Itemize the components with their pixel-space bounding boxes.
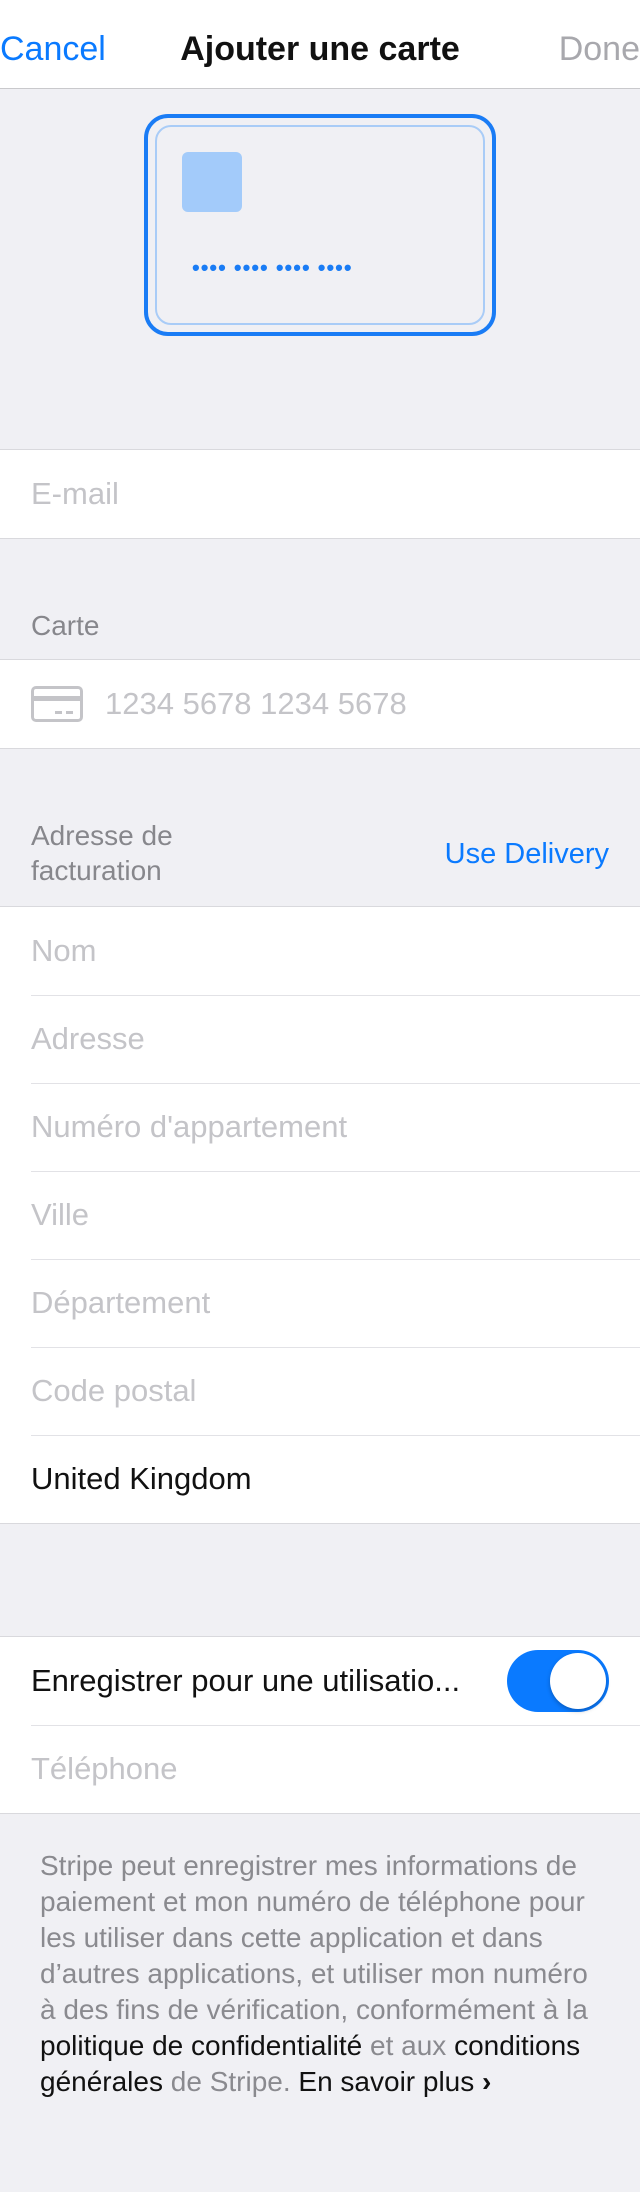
card-section-header: Carte <box>31 610 100 641</box>
card-section: 1234 5678 1234 5678 <box>0 659 640 749</box>
use-delivery-button[interactable]: Use Delivery <box>445 838 609 871</box>
save-section: Enregistrer pour une utilisatio... Télép… <box>0 1636 640 1814</box>
postal-code-field[interactable]: Code postal <box>0 1347 640 1435</box>
chevron-right-icon: › <box>482 2066 492 2097</box>
country-value: United Kingdom <box>31 1461 252 1496</box>
legal-text-part1: Stripe peut enregistrer mes informations… <box>40 1850 588 2025</box>
legal-text-part2: et aux <box>362 2030 455 2061</box>
card-illustration: •••• •••• •••• •••• <box>144 114 496 336</box>
billing-header-line2: facturation <box>31 855 162 886</box>
card-number-placeholder: 1234 5678 1234 5678 <box>105 686 407 721</box>
learn-more-link[interactable]: En savoir plus › <box>298 2066 491 2097</box>
card-number-mask: •••• •••• •••• •••• <box>192 255 353 280</box>
name-placeholder: Nom <box>31 933 97 968</box>
stripe-legal-text: Stripe peut enregistrer mes informations… <box>40 1848 610 2100</box>
country-field[interactable]: United Kingdom <box>0 1435 640 1523</box>
postal-code-placeholder: Code postal <box>31 1373 197 1408</box>
page-title: Ajouter une carte <box>180 30 460 68</box>
email-placeholder: E-mail <box>31 476 119 511</box>
email-section: E-mail <box>0 449 640 539</box>
done-button[interactable]: Done <box>559 30 640 69</box>
name-field[interactable]: Nom <box>0 907 640 995</box>
department-placeholder: Département <box>31 1285 211 1320</box>
toggle-knob <box>550 1653 606 1709</box>
city-placeholder: Ville <box>31 1197 90 1232</box>
billing-section: Nom Adresse Numéro d'appartement Ville D… <box>0 906 640 1524</box>
card-number-field[interactable]: 1234 5678 1234 5678 <box>0 660 640 748</box>
apartment-placeholder: Numéro d'appartement <box>31 1109 348 1144</box>
city-field[interactable]: Ville <box>0 1171 640 1259</box>
navigation-bar: Cancel Ajouter une carte Done <box>0 0 640 89</box>
credit-card-icon <box>31 686 83 722</box>
card-chip-icon <box>182 152 242 212</box>
learn-more-label: En savoir plus <box>298 2066 475 2097</box>
card-illustration-inner: •••• •••• •••• •••• <box>155 125 485 325</box>
privacy-policy-link[interactable]: politique de confidentialité <box>40 2030 362 2061</box>
department-field[interactable]: Département <box>0 1259 640 1347</box>
save-toggle[interactable] <box>507 1650 609 1712</box>
save-for-later-label: Enregistrer pour une utilisatio... <box>31 1663 461 1698</box>
billing-header-line1: Adresse de <box>31 820 173 851</box>
email-field[interactable]: E-mail <box>0 450 640 538</box>
phone-field[interactable]: Téléphone <box>0 1725 640 1813</box>
address-field[interactable]: Adresse <box>0 995 640 1083</box>
phone-placeholder: Téléphone <box>31 1751 178 1786</box>
address-placeholder: Adresse <box>31 1021 145 1056</box>
legal-text-part3: de Stripe. <box>162 2066 299 2097</box>
save-for-later-row: Enregistrer pour une utilisatio... <box>0 1637 640 1725</box>
billing-section-header: Adresse de facturation <box>31 818 173 888</box>
apartment-field[interactable]: Numéro d'appartement <box>0 1083 640 1171</box>
